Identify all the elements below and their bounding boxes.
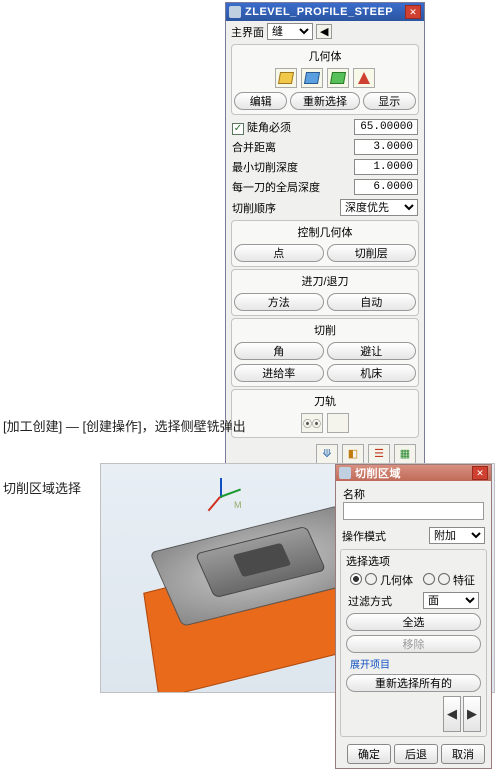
steep-value-field[interactable]: 65.00000 (354, 119, 418, 135)
chevron-left-icon[interactable]: ◀ (316, 24, 332, 39)
mode-select[interactable]: 附加 (429, 527, 485, 544)
generate-icon[interactable]: ⟱ (316, 444, 338, 464)
zlevel-profile-dialog: ZLEVEL_PROFILE_STEEP ✕ 主界面 缝 ◀ 几何体 编辑 重新… (225, 2, 425, 497)
select-all-button[interactable]: 全选 (346, 613, 481, 631)
edit-button[interactable]: 编辑 (234, 92, 287, 110)
toolpath-icon-1[interactable]: ⦿⦿ (301, 413, 323, 433)
toolpath-icon-2[interactable] (327, 413, 349, 433)
radio-geometry[interactable]: 几何体 (350, 572, 413, 588)
expand-item-link[interactable]: 展开项目 (344, 655, 483, 672)
caption-create-operation: [加工创建] — [创建操作]，选择侧壁铣弹出 (3, 416, 246, 435)
app-icon (339, 467, 351, 479)
geom-body-icon[interactable] (275, 68, 297, 88)
geom-stock-icon[interactable] (301, 68, 323, 88)
cut-order-select[interactable]: 深度优先 (340, 199, 418, 216)
global-depth-label: 每一刀的全局深度 (232, 179, 320, 195)
cutlayer-button[interactable]: 切削层 (327, 244, 417, 262)
global-depth-field[interactable]: 6.0000 (354, 179, 418, 195)
next-arrow-icon[interactable]: ▶ (463, 696, 481, 732)
corner-button[interactable]: 角 (234, 342, 324, 360)
prev-arrow-icon[interactable]: ◀ (443, 696, 461, 732)
cut-region-dialog: 切削区域 ✕ 名称 操作模式 附加 选择选项 几何体 特征 过滤方式 面 全选 … (335, 464, 492, 769)
radio-feature[interactable]: 特征 (423, 572, 475, 588)
close-icon[interactable]: ✕ (405, 5, 421, 19)
point-button[interactable]: 点 (234, 244, 324, 262)
reselect-button[interactable]: 重新选择 (290, 92, 359, 110)
list-icon[interactable]: ▦ (394, 444, 416, 464)
merge-dist-field[interactable]: 3.0000 (354, 139, 418, 155)
feedrate-button[interactable]: 进给率 (234, 364, 324, 382)
back-button[interactable]: 后退 (394, 744, 438, 764)
remove-button[interactable]: 移除 (346, 635, 481, 653)
filter-label: 过滤方式 (348, 593, 392, 609)
dialog-title: ZLEVEL_PROFILE_STEEP (245, 6, 405, 18)
avoid-button[interactable]: 避让 (327, 342, 417, 360)
method-button[interactable]: 方法 (234, 293, 324, 311)
select-options-title: 选择选项 (344, 552, 483, 570)
engage-group: 进刀/退刀 方法 自动 (231, 269, 419, 316)
steep-required-label: 陡角必须 (247, 122, 291, 134)
geom-check-icon[interactable] (327, 68, 349, 88)
geometry-group-title: 几何体 (234, 47, 416, 66)
main-surface-label: 主界面 (231, 24, 264, 40)
name-input[interactable] (343, 502, 484, 520)
cutting-title: 切削 (234, 321, 416, 340)
control-geom-group: 控制几何体 点 切削层 (231, 220, 419, 267)
app-icon (229, 6, 241, 18)
geom-cutarea-icon[interactable] (353, 68, 375, 88)
filter-select[interactable]: 面 (423, 592, 479, 609)
display-button[interactable]: 显示 (363, 92, 416, 110)
engage-title: 进刀/退刀 (234, 272, 416, 291)
cancel-button[interactable]: 取消 (441, 744, 485, 764)
reselect-all-button[interactable]: 重新选择所有的 (346, 674, 481, 692)
verify-icon[interactable]: ☰ (368, 444, 390, 464)
dialog-titlebar[interactable]: ZLEVEL_PROFILE_STEEP ✕ (226, 3, 424, 21)
cutting-group: 切削 角 避让 进给率 机床 (231, 318, 419, 387)
min-cut-depth-field[interactable]: 1.0000 (354, 159, 418, 175)
auto-button[interactable]: 自动 (327, 293, 417, 311)
min-cut-depth-label: 最小切削深度 (232, 159, 298, 175)
cut-order-label: 切削顺序 (232, 200, 276, 216)
ok-button[interactable]: 确定 (347, 744, 391, 764)
name-label: 名称 (343, 486, 484, 502)
dialog2-title: 切削区域 (355, 465, 472, 481)
merge-dist-label: 合并距离 (232, 139, 276, 155)
replay-icon[interactable]: ◧ (342, 444, 364, 464)
caption-cut-region: 切削区域选择 (3, 478, 81, 497)
control-geom-title: 控制几何体 (234, 223, 416, 242)
steep-required-checkbox[interactable]: ✓陡角必须 (232, 119, 291, 135)
main-surface-select[interactable]: 缝 (267, 23, 313, 40)
mode-label: 操作模式 (342, 528, 386, 544)
toolpath-title: 刀轨 (234, 392, 416, 411)
machine-button[interactable]: 机床 (327, 364, 417, 382)
geometry-group: 几何体 编辑 重新选择 显示 (231, 44, 419, 115)
toolpath-group: 刀轨 ⦿⦿ (231, 389, 419, 438)
dialog2-titlebar[interactable]: 切削区域 ✕ (336, 465, 491, 481)
close-icon[interactable]: ✕ (472, 466, 488, 480)
